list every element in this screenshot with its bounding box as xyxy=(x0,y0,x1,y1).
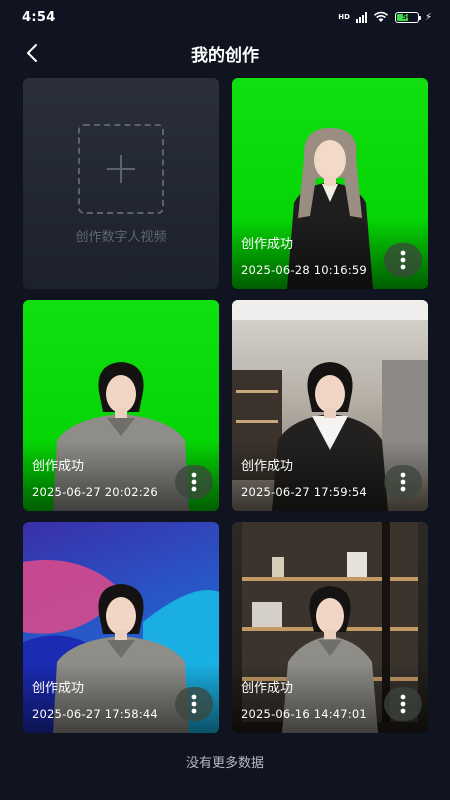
back-button[interactable] xyxy=(18,40,46,66)
create-video-card[interactable]: 创作数字人视频 xyxy=(23,78,219,289)
video-status: 创作成功 xyxy=(32,681,85,696)
creation-grid: 创作数字人视频 创作成功 2025-06-28 10:16:59 创作成功 20… xyxy=(23,78,428,733)
more-button[interactable] xyxy=(384,687,422,721)
video-status: 创作成功 xyxy=(241,681,294,696)
more-vertical-icon xyxy=(400,250,406,270)
more-vertical-icon xyxy=(191,694,197,714)
video-card[interactable]: 创作成功 2025-06-28 10:16:59 xyxy=(232,78,428,289)
status-time: 4:54 xyxy=(22,9,56,25)
more-vertical-icon xyxy=(400,472,406,492)
network-type-label: HD xyxy=(338,12,350,21)
video-date: 2025-06-16 14:47:01 xyxy=(241,707,367,721)
create-video-label: 创作数字人视频 xyxy=(75,230,167,245)
video-status: 创作成功 xyxy=(241,459,294,474)
video-status: 创作成功 xyxy=(241,237,294,252)
wifi-icon xyxy=(373,11,389,23)
video-card[interactable]: 创作成功 2025-06-27 17:59:54 xyxy=(232,300,428,511)
plus-icon xyxy=(107,155,135,183)
status-icons: HD 56 ⚡ xyxy=(338,11,432,23)
more-vertical-icon xyxy=(400,694,406,714)
signal-icon xyxy=(355,11,367,23)
more-button[interactable] xyxy=(175,465,213,499)
more-button[interactable] xyxy=(384,243,422,277)
battery-icon: 56 xyxy=(394,11,421,23)
video-card[interactable]: 创作成功 2025-06-27 17:58:44 xyxy=(23,522,219,733)
chevron-left-icon xyxy=(27,44,37,62)
more-button[interactable] xyxy=(175,687,213,721)
page-title: 我的创作 xyxy=(191,45,259,66)
more-button[interactable] xyxy=(384,465,422,499)
no-more-data-text: 没有更多数据 xyxy=(185,756,264,771)
video-date: 2025-06-27 17:59:54 xyxy=(241,485,367,499)
video-date: 2025-06-27 17:58:44 xyxy=(32,707,158,721)
video-date: 2025-06-27 20:02:26 xyxy=(32,485,158,499)
page-header: 我的创作 xyxy=(0,34,450,72)
status-bar: 4:54 HD 56 ⚡ xyxy=(0,0,450,34)
video-card[interactable]: 创作成功 2025-06-27 20:02:26 xyxy=(23,300,219,511)
more-vertical-icon xyxy=(191,472,197,492)
video-date: 2025-06-28 10:16:59 xyxy=(241,263,367,277)
create-dashed-box xyxy=(78,124,164,214)
charging-icon: ⚡ xyxy=(424,11,432,23)
video-status: 创作成功 xyxy=(32,459,85,474)
battery-level: 56 xyxy=(402,12,412,21)
video-card[interactable]: 创作成功 2025-06-16 14:47:01 xyxy=(232,522,428,733)
